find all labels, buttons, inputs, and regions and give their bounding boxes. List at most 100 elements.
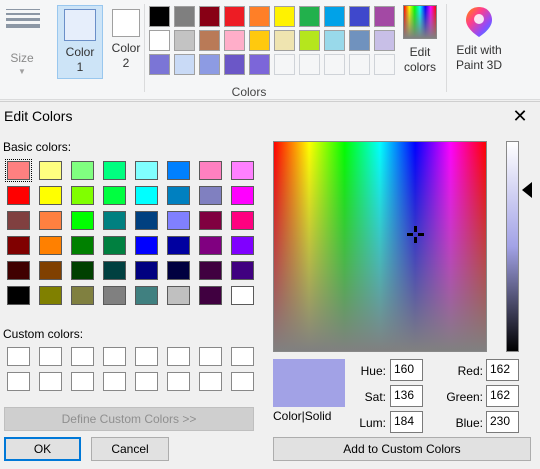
basic-color-swatch[interactable]	[7, 186, 30, 205]
palette-swatch[interactable]	[349, 30, 370, 51]
custom-color-swatch[interactable]	[7, 347, 30, 366]
palette-swatch[interactable]	[149, 30, 170, 51]
custom-color-swatch[interactable]	[135, 347, 158, 366]
basic-color-swatch[interactable]	[7, 236, 30, 255]
custom-color-swatch[interactable]	[103, 372, 126, 391]
custom-color-swatch[interactable]	[167, 372, 190, 391]
palette-swatch[interactable]	[274, 54, 295, 75]
palette-swatch[interactable]	[299, 30, 320, 51]
palette-swatch[interactable]	[199, 6, 220, 27]
palette-swatch[interactable]	[324, 6, 345, 27]
basic-color-swatch[interactable]	[7, 286, 30, 305]
basic-color-swatch[interactable]	[231, 236, 254, 255]
basic-color-swatch[interactable]	[199, 261, 222, 280]
basic-color-swatch[interactable]	[135, 286, 158, 305]
ok-button[interactable]: OK	[4, 437, 81, 461]
hue-field[interactable]: 160	[390, 359, 423, 381]
basic-color-swatch[interactable]	[135, 186, 158, 205]
basic-color-swatch[interactable]	[39, 211, 62, 230]
sat-field[interactable]: 136	[390, 385, 423, 407]
basic-color-swatch[interactable]	[231, 286, 254, 305]
edit-colors-button[interactable]: Edit colors	[400, 5, 440, 75]
blue-field[interactable]: 230	[486, 411, 519, 433]
basic-color-swatch[interactable]	[167, 211, 190, 230]
palette-swatch[interactable]	[324, 54, 345, 75]
basic-color-swatch[interactable]	[39, 186, 62, 205]
palette-swatch[interactable]	[349, 6, 370, 27]
basic-color-swatch[interactable]	[135, 211, 158, 230]
palette-swatch[interactable]	[324, 30, 345, 51]
basic-color-swatch[interactable]	[71, 186, 94, 205]
size-button[interactable]: Size ▼	[3, 3, 41, 76]
basic-color-swatch[interactable]	[231, 211, 254, 230]
palette-swatch[interactable]	[224, 6, 245, 27]
palette-swatch[interactable]	[299, 54, 320, 75]
basic-color-swatch[interactable]	[103, 286, 126, 305]
basic-color-swatch[interactable]	[71, 161, 94, 180]
palette-swatch[interactable]	[374, 6, 395, 27]
luminosity-slider[interactable]	[506, 141, 519, 352]
basic-color-swatch[interactable]	[71, 261, 94, 280]
basic-color-swatch[interactable]	[231, 161, 254, 180]
basic-color-swatch[interactable]	[135, 261, 158, 280]
basic-color-swatch[interactable]	[71, 286, 94, 305]
basic-color-swatch[interactable]	[103, 161, 126, 180]
custom-color-swatch[interactable]	[103, 347, 126, 366]
custom-color-swatch[interactable]	[71, 372, 94, 391]
basic-color-swatch[interactable]	[167, 261, 190, 280]
custom-color-swatch[interactable]	[7, 372, 30, 391]
basic-color-swatch[interactable]	[199, 286, 222, 305]
close-icon[interactable]: ✕	[506, 105, 534, 129]
basic-color-swatch[interactable]	[39, 161, 62, 180]
custom-color-swatch[interactable]	[71, 347, 94, 366]
basic-color-swatch[interactable]	[199, 236, 222, 255]
basic-color-swatch[interactable]	[103, 186, 126, 205]
palette-swatch[interactable]	[174, 54, 195, 75]
basic-color-swatch[interactable]	[5, 159, 32, 182]
palette-swatch[interactable]	[299, 6, 320, 27]
palette-swatch[interactable]	[199, 54, 220, 75]
custom-color-swatch[interactable]	[231, 347, 254, 366]
basic-color-swatch[interactable]	[39, 261, 62, 280]
palette-swatch[interactable]	[224, 54, 245, 75]
custom-color-swatch[interactable]	[39, 372, 62, 391]
palette-swatch[interactable]	[374, 54, 395, 75]
custom-color-swatch[interactable]	[135, 372, 158, 391]
basic-color-swatch[interactable]	[231, 186, 254, 205]
basic-color-swatch[interactable]	[103, 236, 126, 255]
palette-swatch[interactable]	[199, 30, 220, 51]
basic-color-swatch[interactable]	[103, 261, 126, 280]
basic-color-swatch[interactable]	[7, 261, 30, 280]
palette-swatch[interactable]	[249, 54, 270, 75]
palette-swatch[interactable]	[174, 6, 195, 27]
palette-swatch[interactable]	[349, 54, 370, 75]
slider-arrow-icon[interactable]	[522, 182, 532, 198]
color2-button[interactable]: Color 2	[103, 5, 149, 79]
basic-color-swatch[interactable]	[71, 211, 94, 230]
custom-color-swatch[interactable]	[231, 372, 254, 391]
basic-color-swatch[interactable]	[199, 186, 222, 205]
basic-color-swatch[interactable]	[103, 211, 126, 230]
color-spectrum-picker[interactable]	[273, 141, 487, 352]
color1-button[interactable]: Color 1	[57, 5, 103, 79]
palette-swatch[interactable]	[249, 6, 270, 27]
red-field[interactable]: 162	[486, 359, 519, 381]
basic-color-swatch[interactable]	[135, 161, 158, 180]
palette-swatch[interactable]	[249, 30, 270, 51]
basic-color-swatch[interactable]	[167, 236, 190, 255]
palette-swatch[interactable]	[274, 30, 295, 51]
define-custom-colors-button[interactable]: Define Custom Colors >>	[4, 407, 254, 431]
green-field[interactable]: 162	[486, 385, 519, 407]
custom-color-swatch[interactable]	[39, 347, 62, 366]
palette-swatch[interactable]	[374, 30, 395, 51]
palette-swatch[interactable]	[274, 6, 295, 27]
palette-swatch[interactable]	[149, 54, 170, 75]
custom-color-swatch[interactable]	[199, 347, 222, 366]
basic-color-swatch[interactable]	[199, 211, 222, 230]
basic-color-swatch[interactable]	[167, 161, 190, 180]
basic-color-swatch[interactable]	[39, 236, 62, 255]
add-to-custom-colors-button[interactable]: Add to Custom Colors	[273, 437, 531, 461]
lum-field[interactable]: 184	[390, 411, 423, 433]
basic-color-swatch[interactable]	[71, 236, 94, 255]
palette-swatch[interactable]	[149, 6, 170, 27]
